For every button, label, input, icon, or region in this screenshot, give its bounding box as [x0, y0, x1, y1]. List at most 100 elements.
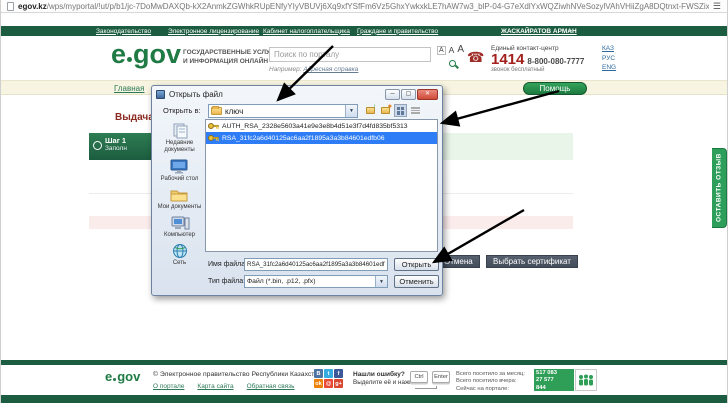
lang-kaz-link[interactable]: КАЗ: [602, 44, 616, 54]
odnoklassniki-icon[interactable]: ok: [314, 379, 323, 388]
egov-logo[interactable]: e gov: [111, 43, 181, 65]
sidebar-item-network[interactable]: Сеть: [171, 243, 189, 267]
nav-link-legislation[interactable]: Законодательство: [96, 28, 151, 35]
sidebar-label: Компьютер: [164, 232, 195, 239]
search-input[interactable]: [269, 47, 431, 62]
select-certificate-button[interactable]: Выбрать сертификат: [486, 255, 578, 268]
file-row-auth-rsa[interactable]: AUTH_RSA_2328e5603a41e9e3e8b4d51e3f7d4fd…: [206, 120, 437, 132]
keycap-connector: [415, 386, 437, 389]
user-account-link[interactable]: ЖАСКАЙРАТОВ АРМАН: [501, 28, 577, 35]
hint-example-link[interactable]: Адресная справка: [303, 66, 358, 73]
nav-link-e-licensing[interactable]: Электронное лицензирование: [168, 28, 259, 35]
screen: egov.kz/wps/myportal/!ut/p/b1/jc-7DoMwDA…: [0, 0, 728, 403]
dialog-places-sidebar: Недавние документы Рабочий стол Мои доку…: [156, 120, 203, 289]
sidebar-label: Мои документы: [158, 204, 202, 211]
recent-documents-icon: [170, 122, 190, 139]
minimize-button[interactable]: ─: [385, 89, 400, 100]
stat-value-now: 844: [536, 385, 574, 392]
tagline-line2: И ИНФОРМАЦИЯ ОНЛАЙН: [183, 58, 278, 67]
footer-copyright: © Электронное правительство Республики К…: [153, 371, 322, 378]
filename-label: Имя файла:: [208, 261, 247, 268]
mailru-icon[interactable]: @: [324, 379, 333, 388]
footer-logo-e: e: [105, 371, 112, 382]
close-button[interactable]: ✕: [417, 89, 438, 100]
nav-link-citizens-government[interactable]: Граждане и правительство: [357, 28, 438, 35]
facebook-icon[interactable]: f: [334, 369, 343, 378]
look-in-value: ключ: [225, 107, 243, 116]
google-plus-icon[interactable]: g+: [334, 379, 343, 388]
stat-label-month: Всего посетило за месяц:: [456, 371, 525, 378]
contact-center-block: Единый контакт-центр 1414 8-800-080-7777…: [491, 45, 584, 73]
look-in-row: Открыть в: ключ ▼ ↑ ✱: [152, 103, 442, 118]
contact-free-note: звонок бесплатный: [491, 67, 584, 73]
browser-menu-icon[interactable]: ☰: [713, 2, 721, 11]
dropdown-arrow-icon[interactable]: ▼: [345, 105, 357, 117]
look-in-dropdown[interactable]: ключ ▼: [208, 104, 358, 118]
visitor-stats-values: 517 083 27 577 844: [534, 369, 574, 391]
file-name: AUTH_RSA_2328e5603a41e9e3e8b4d51e3f7d4fd…: [222, 123, 408, 130]
site-header: e gov ГОСУДАРСТВЕННЫЕ УСЛУГИ И ИНФОРМАЦИ…: [1, 36, 727, 80]
view-menu-button[interactable]: [394, 104, 407, 117]
dialog-title-bar[interactable]: Открыть файл ─ ▢ ✕: [152, 86, 442, 102]
breadcrumb-home-link[interactable]: Главная: [114, 84, 144, 93]
font-size-medium-button[interactable]: A: [449, 45, 455, 55]
footer-link-about[interactable]: О портале: [153, 383, 184, 390]
footer-bottom-bar: [1, 395, 727, 403]
new-folder-button[interactable]: ✱: [379, 104, 392, 117]
font-size-large-button[interactable]: A: [457, 44, 464, 55]
file-list: AUTH_RSA_2328e5603a41e9e3e8b4d51e3f7d4fd…: [205, 119, 438, 252]
up-one-level-button[interactable]: ↑: [364, 104, 377, 117]
desktop-icon: [169, 158, 189, 175]
page-icon: [7, 2, 14, 11]
footer-links: О портале Карта сайта Обратная связь: [153, 383, 295, 390]
url-text[interactable]: egov.kz/wps/myportal/!ut/p/b1/jc-7DoMwDA…: [18, 2, 709, 11]
sidebar-label: Недавние документы: [156, 140, 203, 153]
open-file-dialog: Открыть файл ─ ▢ ✕ Открыть в: ключ ▼ ↑ ✱: [151, 85, 443, 296]
file-row-rsa-selected[interactable]: RSA_31fc2a6d40125ac6aa2f1895a3a3b84601ed…: [206, 132, 437, 144]
details-view-button[interactable]: [409, 104, 422, 117]
font-size-small-button[interactable]: A: [437, 46, 446, 55]
open-button[interactable]: Открыть: [394, 258, 439, 271]
sidebar-item-my-documents[interactable]: Мои документы: [158, 187, 202, 211]
footer-link-sitemap[interactable]: Карта сайта: [197, 383, 233, 390]
sidebar-item-computer[interactable]: Компьютер: [164, 215, 195, 239]
footer-link-feedback[interactable]: Обратная связь: [247, 383, 295, 390]
filename-input[interactable]: [244, 258, 388, 271]
key-icon: [208, 122, 219, 130]
nav-link-taxpayer-cabinet[interactable]: Кабинет налогоплательщика: [263, 28, 350, 35]
url-path: /wps/myportal/!ut/p/b1/jc-7DoMwDAXQb-kX2…: [47, 2, 709, 11]
sidebar-item-recent-documents[interactable]: Недавние документы: [156, 122, 203, 153]
key-icon: [208, 134, 219, 142]
lang-eng-link[interactable]: ENG: [602, 63, 616, 73]
language-switcher: КАЗ РУС ENG: [602, 44, 616, 73]
maximize-button[interactable]: ▢: [401, 89, 416, 100]
filetype-label: Тип файла:: [208, 278, 245, 285]
logo-dot-icon: [127, 57, 132, 62]
dropdown-arrow-icon[interactable]: ▼: [375, 276, 387, 287]
footer-logo-dot-icon: [113, 378, 116, 381]
stat-value-yesterday: 27 577: [536, 377, 574, 384]
filetype-dropdown[interactable]: Файл (*.bin, .p12, .pfx) ▼: [244, 275, 388, 288]
dialog-cancel-button[interactable]: Отменить: [394, 275, 439, 288]
leave-feedback-tab[interactable]: ОСТАВИТЬ ОТЗЫВ: [712, 148, 727, 228]
step-icon: [93, 141, 102, 150]
search-hint: Например: Адресная справка: [269, 66, 358, 73]
search-icon[interactable]: [449, 60, 456, 67]
user-caret-icon[interactable]: ▾: [569, 28, 572, 35]
people-icon: [578, 374, 594, 386]
logo-e: e: [111, 43, 126, 65]
browser-address-bar[interactable]: egov.kz/wps/myportal/!ut/p/b1/jc-7DoMwDA…: [1, 0, 727, 13]
cancel-button[interactable]: Отмена: [437, 255, 480, 268]
lang-rus-link[interactable]: РУС: [602, 54, 616, 64]
twitter-icon[interactable]: t: [324, 369, 333, 378]
dialog-toolbar: ↑ ✱: [364, 104, 422, 117]
font-size-controls: A A A: [437, 44, 464, 55]
vk-icon[interactable]: В: [314, 369, 323, 378]
sidebar-item-desktop[interactable]: Рабочий стол: [161, 158, 199, 183]
network-globe-icon: [171, 243, 189, 259]
help-button[interactable]: Помощь: [523, 82, 587, 95]
error-question: Нашли ошибку?: [353, 371, 405, 378]
enter-keycap: Enter: [432, 371, 450, 383]
footer-logo[interactable]: e gov: [105, 371, 140, 382]
step-description: Заполн: [105, 145, 149, 153]
